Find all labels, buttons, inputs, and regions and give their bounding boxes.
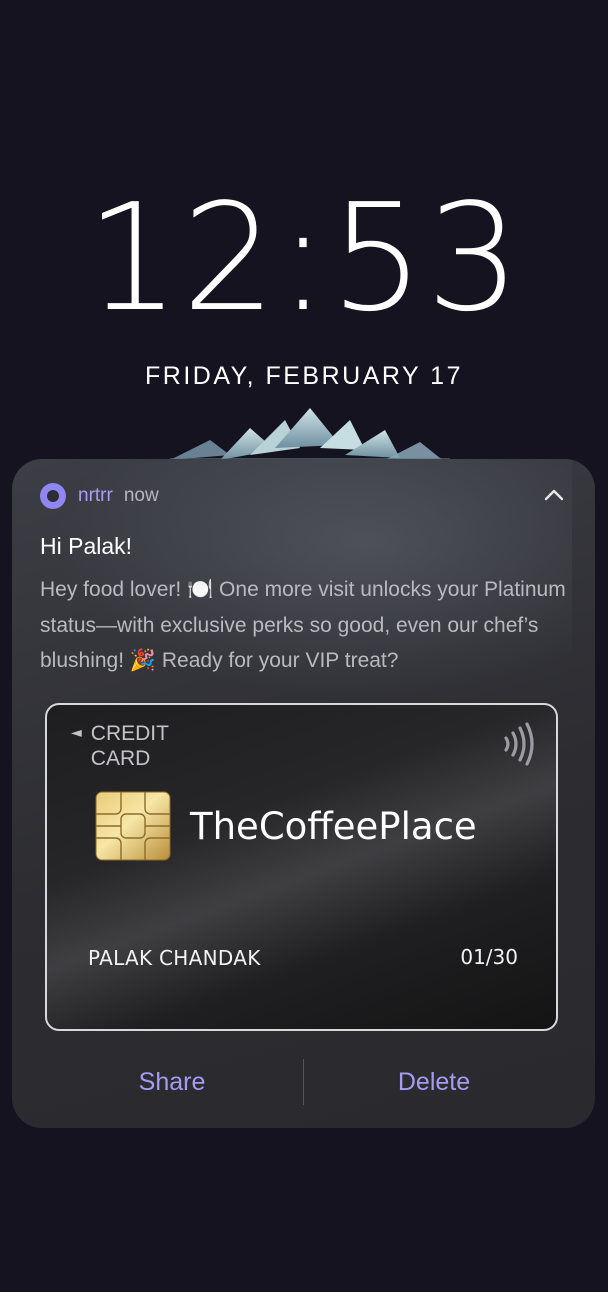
- notification-body: Hey food lover! 🍽️ One more visit unlock…: [40, 578, 566, 672]
- lockscreen-date: FRIDAY, FEBRUARY 17: [145, 362, 463, 390]
- sim-chip-icon: [95, 791, 171, 861]
- card-expiry: 01/30: [460, 945, 518, 969]
- card-holder: PALAK CHANDAK: [88, 946, 261, 970]
- chevron-up-icon[interactable]: [543, 487, 565, 503]
- share-button[interactable]: Share: [72, 1059, 272, 1105]
- lockscreen-clock: 12:53: [85, 172, 523, 344]
- notification-card[interactable]: nrtrr now Hi Palak! Hey food lover! 🍽️ O…: [12, 459, 595, 1128]
- card-merchant: TheCoffeePlace: [190, 805, 477, 848]
- delete-button[interactable]: Delete: [334, 1059, 534, 1105]
- app-name: nrtrr: [78, 485, 113, 506]
- notification-header: nrtrr now: [40, 483, 159, 509]
- notification-title: Hi Palak!: [40, 533, 133, 559]
- actions-divider: [303, 1059, 304, 1105]
- notification-time: now: [123, 485, 159, 506]
- app-icon: [40, 483, 66, 509]
- contactless-icon: [504, 722, 534, 766]
- credit-card-image: ◄ CREDIT CARD TheCoffeePlace PALAK CHAND…: [45, 703, 558, 1031]
- notification-actions: Share Delete: [12, 1059, 595, 1105]
- card-type-label: CREDIT CARD: [90, 722, 169, 770]
- left-arrow-icon: ◄: [71, 725, 82, 741]
- card-type: ◄ CREDIT CARD: [71, 721, 181, 771]
